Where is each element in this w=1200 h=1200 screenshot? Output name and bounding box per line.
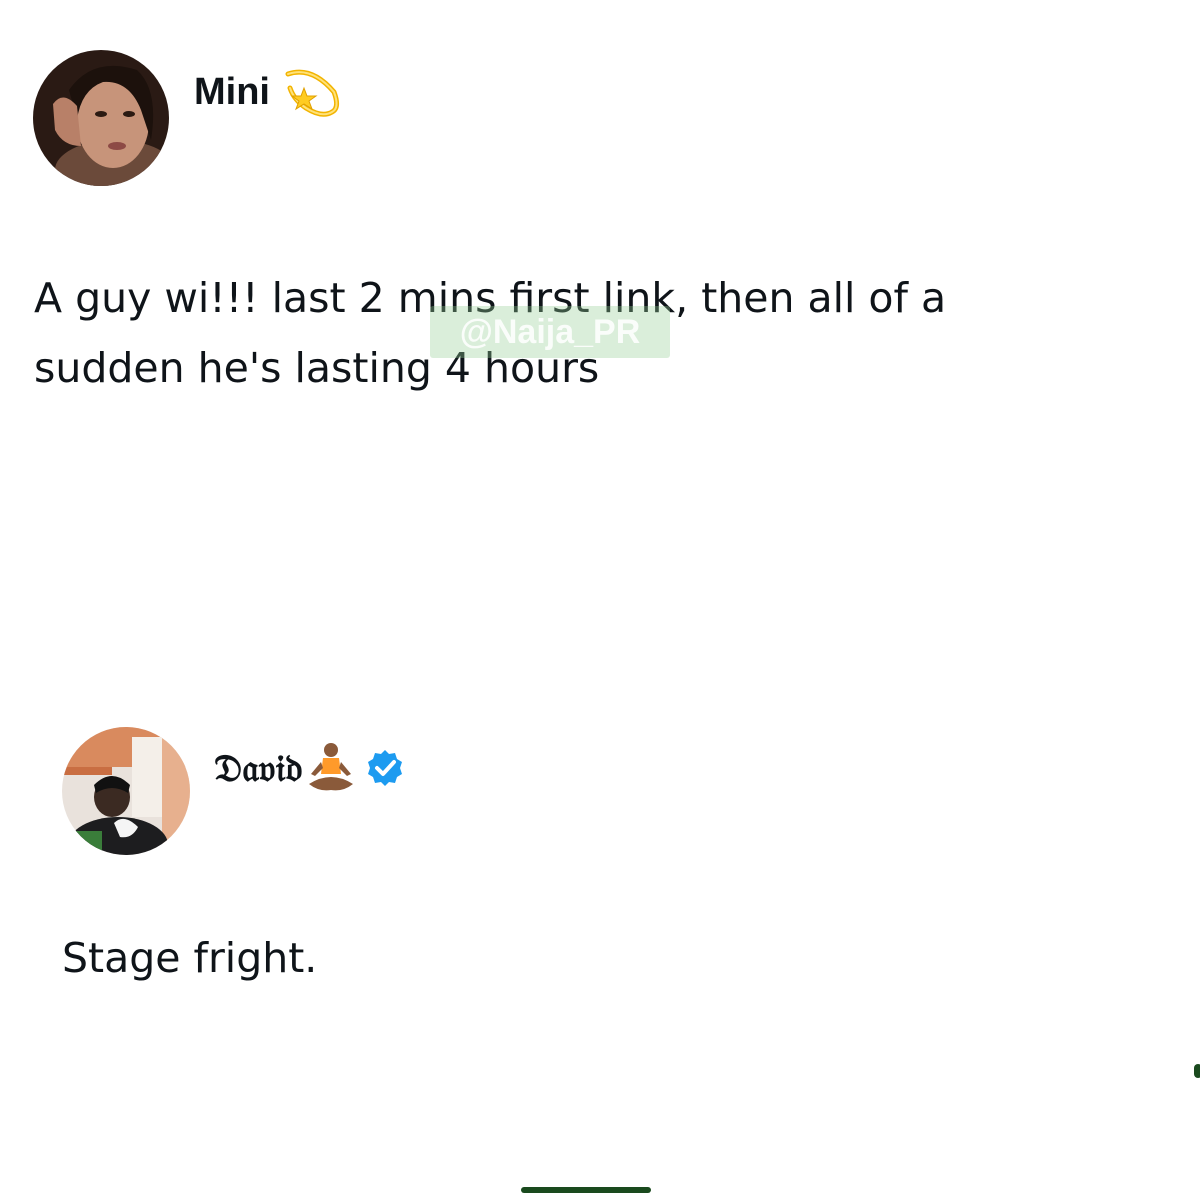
watermark: @Naija_PR [430,306,670,358]
dizzy-star-icon [282,64,342,120]
reply-text: Stage fright. [62,934,318,982]
edge-indicator [1194,1064,1200,1078]
display-name[interactable]: Mini [194,71,270,114]
verified-badge-icon [365,748,405,788]
avatar-mini[interactable] [33,50,169,186]
person-meditating-icon [303,740,359,796]
display-name[interactable]: 𝔇𝔞𝔳𝔦𝔡 [214,745,303,791]
home-indicator[interactable] [521,1187,651,1193]
post2-name-row: 𝔇𝔞𝔳𝔦𝔡 [214,740,405,796]
avatar-david[interactable] [62,727,190,855]
post1-name-row: Mini [194,64,342,120]
